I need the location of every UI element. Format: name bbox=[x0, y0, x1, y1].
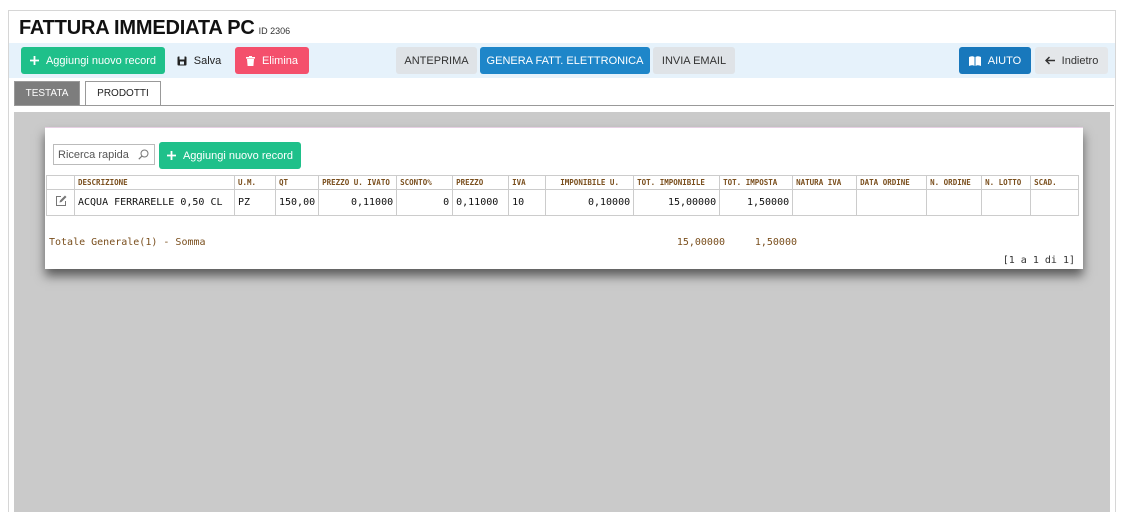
table-row[interactable]: ACQUA FERRARELLE 0,50 CL PZ 150,00 0,110… bbox=[46, 189, 1080, 216]
cell-tot-imposta: 1,50000 bbox=[719, 189, 794, 216]
column-header[interactable]: N. ORDINE bbox=[926, 175, 982, 190]
cell-n-lotto bbox=[981, 189, 1032, 216]
cell-imponibile-u: 0,10000 bbox=[545, 189, 635, 216]
floppy-disk-icon bbox=[177, 56, 187, 66]
plus-icon bbox=[29, 56, 39, 65]
add-record-button[interactable]: Aggiungi nuovo record bbox=[21, 47, 165, 74]
cell-natura-iva bbox=[792, 189, 858, 216]
cell-scad bbox=[1030, 189, 1080, 216]
tab-divider bbox=[14, 105, 1114, 106]
book-icon bbox=[968, 55, 981, 66]
arrow-left-icon bbox=[1044, 56, 1055, 65]
column-header[interactable]: DESCRIZIONE bbox=[74, 175, 235, 190]
cell-data-ordine bbox=[856, 189, 928, 216]
tab-prodotti[interactable]: PRODOTTI bbox=[85, 81, 161, 106]
back-button[interactable]: Indietro bbox=[1035, 47, 1108, 74]
save-label: Salva bbox=[193, 54, 222, 67]
cell-descrizione: ACQUA FERRARELLE 0,50 CL bbox=[74, 189, 235, 216]
preview-button[interactable]: ANTEPRIMA bbox=[396, 47, 477, 74]
save-button[interactable]: Salva bbox=[169, 47, 229, 74]
column-header[interactable]: IVA bbox=[508, 175, 546, 190]
edit-cell bbox=[46, 189, 75, 216]
column-header[interactable]: DATA ORDINE bbox=[856, 175, 927, 190]
column-header[interactable]: U.M. bbox=[234, 175, 276, 190]
cell-n-ordine bbox=[926, 189, 983, 216]
back-label: Indietro bbox=[1061, 54, 1099, 67]
column-header[interactable]: NATURA IVA bbox=[792, 175, 857, 190]
generate-einvoice-button[interactable]: GENERA FATT. ELETTRONICA bbox=[480, 47, 650, 74]
column-header[interactable]: SCAD. bbox=[1030, 175, 1080, 190]
column-header[interactable]: QT bbox=[274, 175, 319, 190]
search-icon[interactable] bbox=[136, 148, 150, 162]
cell-tot-imponibile: 15,00000 bbox=[633, 189, 721, 216]
help-label: AIUTO bbox=[987, 54, 1022, 67]
grand-total-imposta: 1,50000 bbox=[754, 237, 797, 248]
cell-iva: 10 bbox=[508, 189, 547, 216]
delete-button[interactable]: Elimina bbox=[235, 47, 309, 74]
column-header[interactable]: TOT. IMPOSTA bbox=[719, 175, 793, 190]
products-grid-panel: Aggiungi nuovo record DESCRIZIONE U.M. Q… bbox=[45, 127, 1083, 269]
column-header[interactable]: SCONTO% bbox=[396, 175, 453, 190]
column-header[interactable]: TOT. IMPONIBILE bbox=[633, 175, 720, 190]
column-header[interactable]: IMPONIBILE U. bbox=[545, 175, 634, 190]
page-frame: FATTURA IMMEDIATA PC ID 2306 Aggiungi nu… bbox=[8, 10, 1116, 512]
cell-prezzo-ivato: 0,11000 bbox=[318, 189, 398, 216]
search-box bbox=[53, 144, 155, 165]
add-record-label: Aggiungi nuovo record bbox=[45, 54, 157, 67]
plus-icon bbox=[166, 151, 176, 160]
column-header[interactable]: PREZZO U. IVATO bbox=[318, 175, 397, 190]
title-row: FATTURA IMMEDIATA PC ID 2306 bbox=[19, 17, 290, 43]
trash-icon bbox=[245, 55, 255, 66]
grand-total-imponibile: 15,00000 bbox=[676, 237, 725, 248]
cell-sconto: 0 bbox=[396, 189, 454, 216]
search-input[interactable] bbox=[54, 145, 136, 164]
table-header-row: DESCRIZIONE U.M. QT PREZZO U. IVATO SCON… bbox=[46, 175, 1080, 190]
grand-total-label: Totale Generale(1) - Somma bbox=[49, 237, 206, 248]
tab-bar: TESTATA PRODOTTI bbox=[14, 81, 161, 106]
cell-um: PZ bbox=[234, 189, 276, 216]
products-table: DESCRIZIONE U.M. QT PREZZO U. IVATO SCON… bbox=[46, 175, 1080, 216]
pagination-info: [1 a 1 di 1] bbox=[1002, 255, 1075, 266]
toolbar: Aggiungi nuovo record Salva Elimina ANTE… bbox=[9, 43, 1115, 78]
help-button[interactable]: AIUTO bbox=[959, 47, 1031, 74]
grid-add-record-button[interactable]: Aggiungi nuovo record bbox=[159, 142, 301, 169]
delete-label: Elimina bbox=[261, 54, 299, 67]
cell-qt: 150,00 bbox=[274, 189, 320, 216]
tab-testata[interactable]: TESTATA bbox=[14, 81, 80, 106]
column-header[interactable]: N. LOTTO bbox=[981, 175, 1031, 190]
record-id: ID 2306 bbox=[258, 26, 291, 36]
page-title: FATTURA IMMEDIATA PC bbox=[19, 17, 255, 39]
column-header[interactable]: PREZZO bbox=[452, 175, 509, 190]
grid-add-record-label: Aggiungi nuovo record bbox=[182, 149, 294, 162]
send-email-button[interactable]: INVIA EMAIL bbox=[653, 47, 735, 74]
column-header-actions bbox=[46, 175, 75, 190]
edit-icon[interactable] bbox=[55, 195, 67, 210]
cell-prezzo: 0,11000 bbox=[452, 189, 510, 216]
